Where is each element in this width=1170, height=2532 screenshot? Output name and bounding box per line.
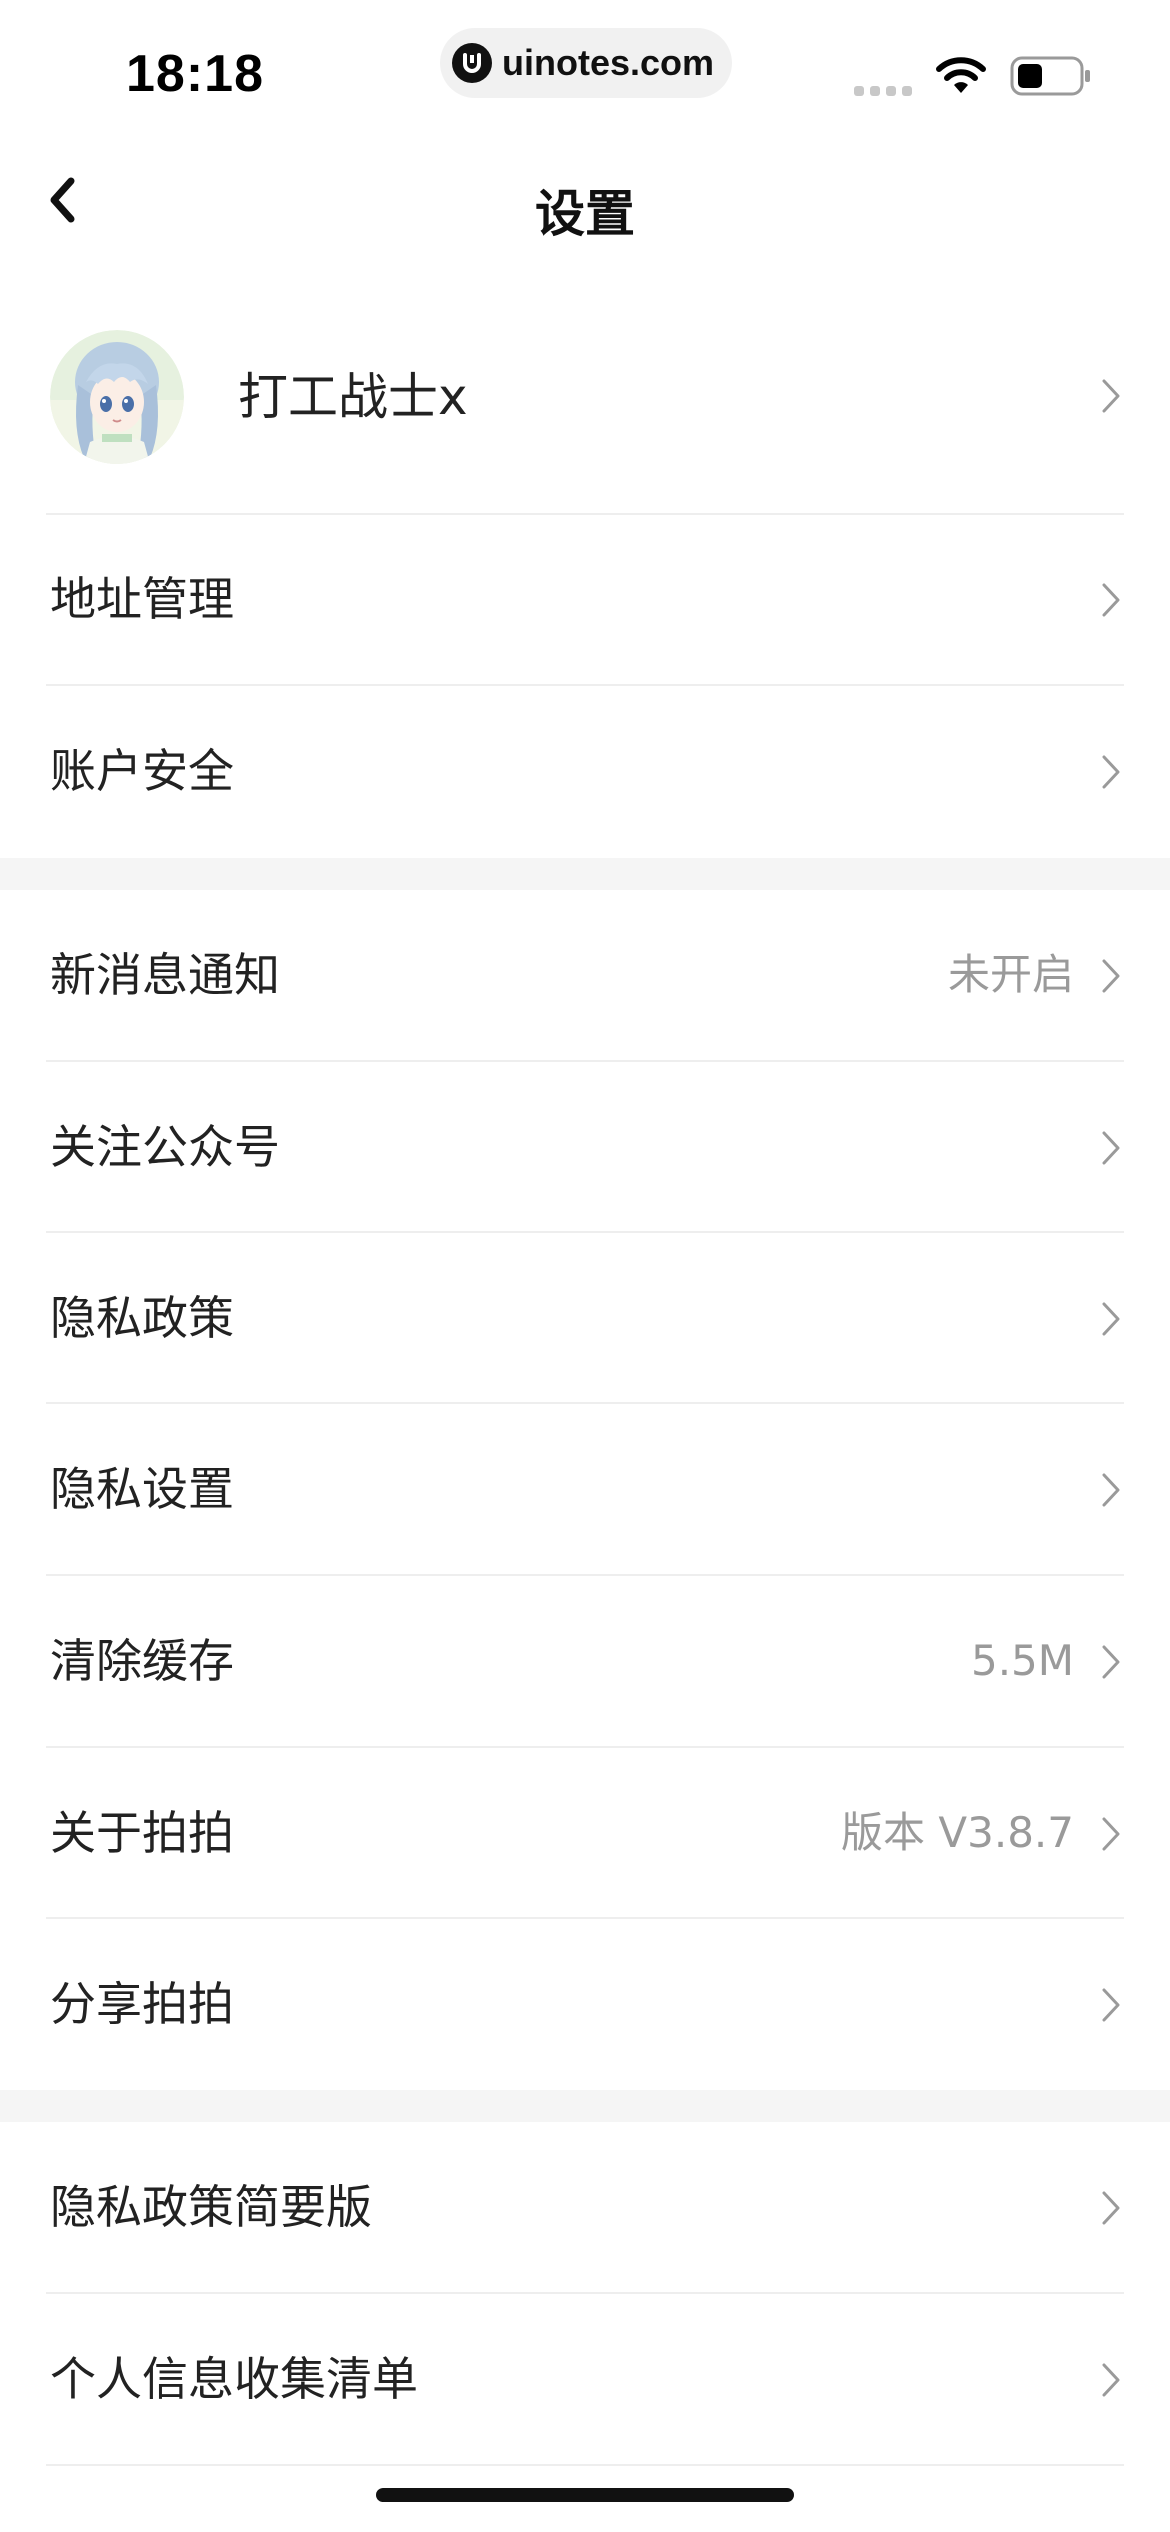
notification-status-value: 未开启 <box>947 950 1074 999</box>
list-item-clear-cache[interactable]: 清除缓存 5.5M <box>0 1576 1170 1746</box>
battery-icon <box>1010 56 1090 96</box>
list-item-share[interactable]: 分享拍拍 <box>0 1919 1170 2089</box>
avatar[interactable] <box>50 330 184 464</box>
list-item-new-message-notification[interactable]: 新消息通知 未开启 <box>0 890 1170 1060</box>
list-item-follow-official-account[interactable]: 关注公众号 <box>0 1062 1170 1232</box>
site-logo-icon <box>451 43 492 83</box>
chevron-right-icon <box>1102 1817 1120 1851</box>
navigation-bar: 设置 <box>0 140 1170 270</box>
list-item-label: 分享拍拍 <box>50 1977 234 2031</box>
list-item-label: 隐私政策 <box>50 1291 234 1345</box>
section-separator <box>0 858 1170 890</box>
chevron-right-icon <box>1102 1131 1120 1165</box>
list-item-label: 清除缓存 <box>50 1634 234 1688</box>
cache-size-value: 5.5M <box>970 1636 1074 1685</box>
list-item-label: 隐私设置 <box>50 1462 234 1516</box>
chevron-right-icon <box>1102 2191 1120 2225</box>
url-text: uinotes.com <box>501 42 715 83</box>
home-indicator <box>376 2488 794 2502</box>
chevron-right-icon <box>1102 1302 1120 1336</box>
list-item-privacy-settings[interactable]: 隐私设置 <box>0 1404 1170 1574</box>
divider <box>46 2464 1124 2466</box>
list-item-label: 地址管理 <box>50 572 234 626</box>
chevron-right-icon <box>1102 583 1120 617</box>
status-bar: 18:18 uinotes.com <box>0 0 1170 140</box>
cellular-signal-icon <box>854 86 912 96</box>
chevron-right-icon <box>1102 1988 1120 2022</box>
list-item-personal-info-list[interactable]: 个人信息收集清单 <box>0 2294 1170 2464</box>
list-item-label: 新消息通知 <box>50 948 280 1002</box>
list-item-address-management[interactable]: 地址管理 <box>0 514 1170 684</box>
chevron-right-icon <box>1102 959 1120 993</box>
app-version-value: 版本 V3.8.7 <box>841 1808 1074 1857</box>
chevron-right-icon <box>1102 2363 1120 2397</box>
wifi-icon <box>936 57 986 93</box>
chevron-right-icon <box>1102 379 1120 413</box>
list-item-account-security[interactable]: 账户安全 <box>0 686 1170 856</box>
list-item-label: 个人信息收集清单 <box>50 2352 418 2406</box>
url-pill[interactable]: uinotes.com <box>440 28 732 98</box>
status-time: 18:18 <box>126 45 264 103</box>
profile-name: 打工战士x <box>238 368 468 426</box>
settings-page: 18:18 uinotes.com 设置 打工战士x 地址管理 账户安全 新消息… <box>0 0 1170 2532</box>
chevron-right-icon <box>1102 755 1120 789</box>
list-item-label: 关注公众号 <box>50 1120 280 1174</box>
list-item-about[interactable]: 关于拍拍 版本 V3.8.7 <box>0 1748 1170 1918</box>
list-item-label: 关于拍拍 <box>50 1806 234 1860</box>
list-item-privacy-policy-summary[interactable]: 隐私政策简要版 <box>0 2122 1170 2292</box>
chevron-right-icon <box>1102 1473 1120 1507</box>
page-title: 设置 <box>535 185 635 243</box>
chevron-right-icon <box>1102 1645 1120 1679</box>
section-separator <box>0 2090 1170 2122</box>
list-item-label: 账户安全 <box>50 744 234 798</box>
list-item-privacy-policy[interactable]: 隐私政策 <box>0 1233 1170 1403</box>
list-item-label: 隐私政策简要版 <box>50 2180 372 2234</box>
